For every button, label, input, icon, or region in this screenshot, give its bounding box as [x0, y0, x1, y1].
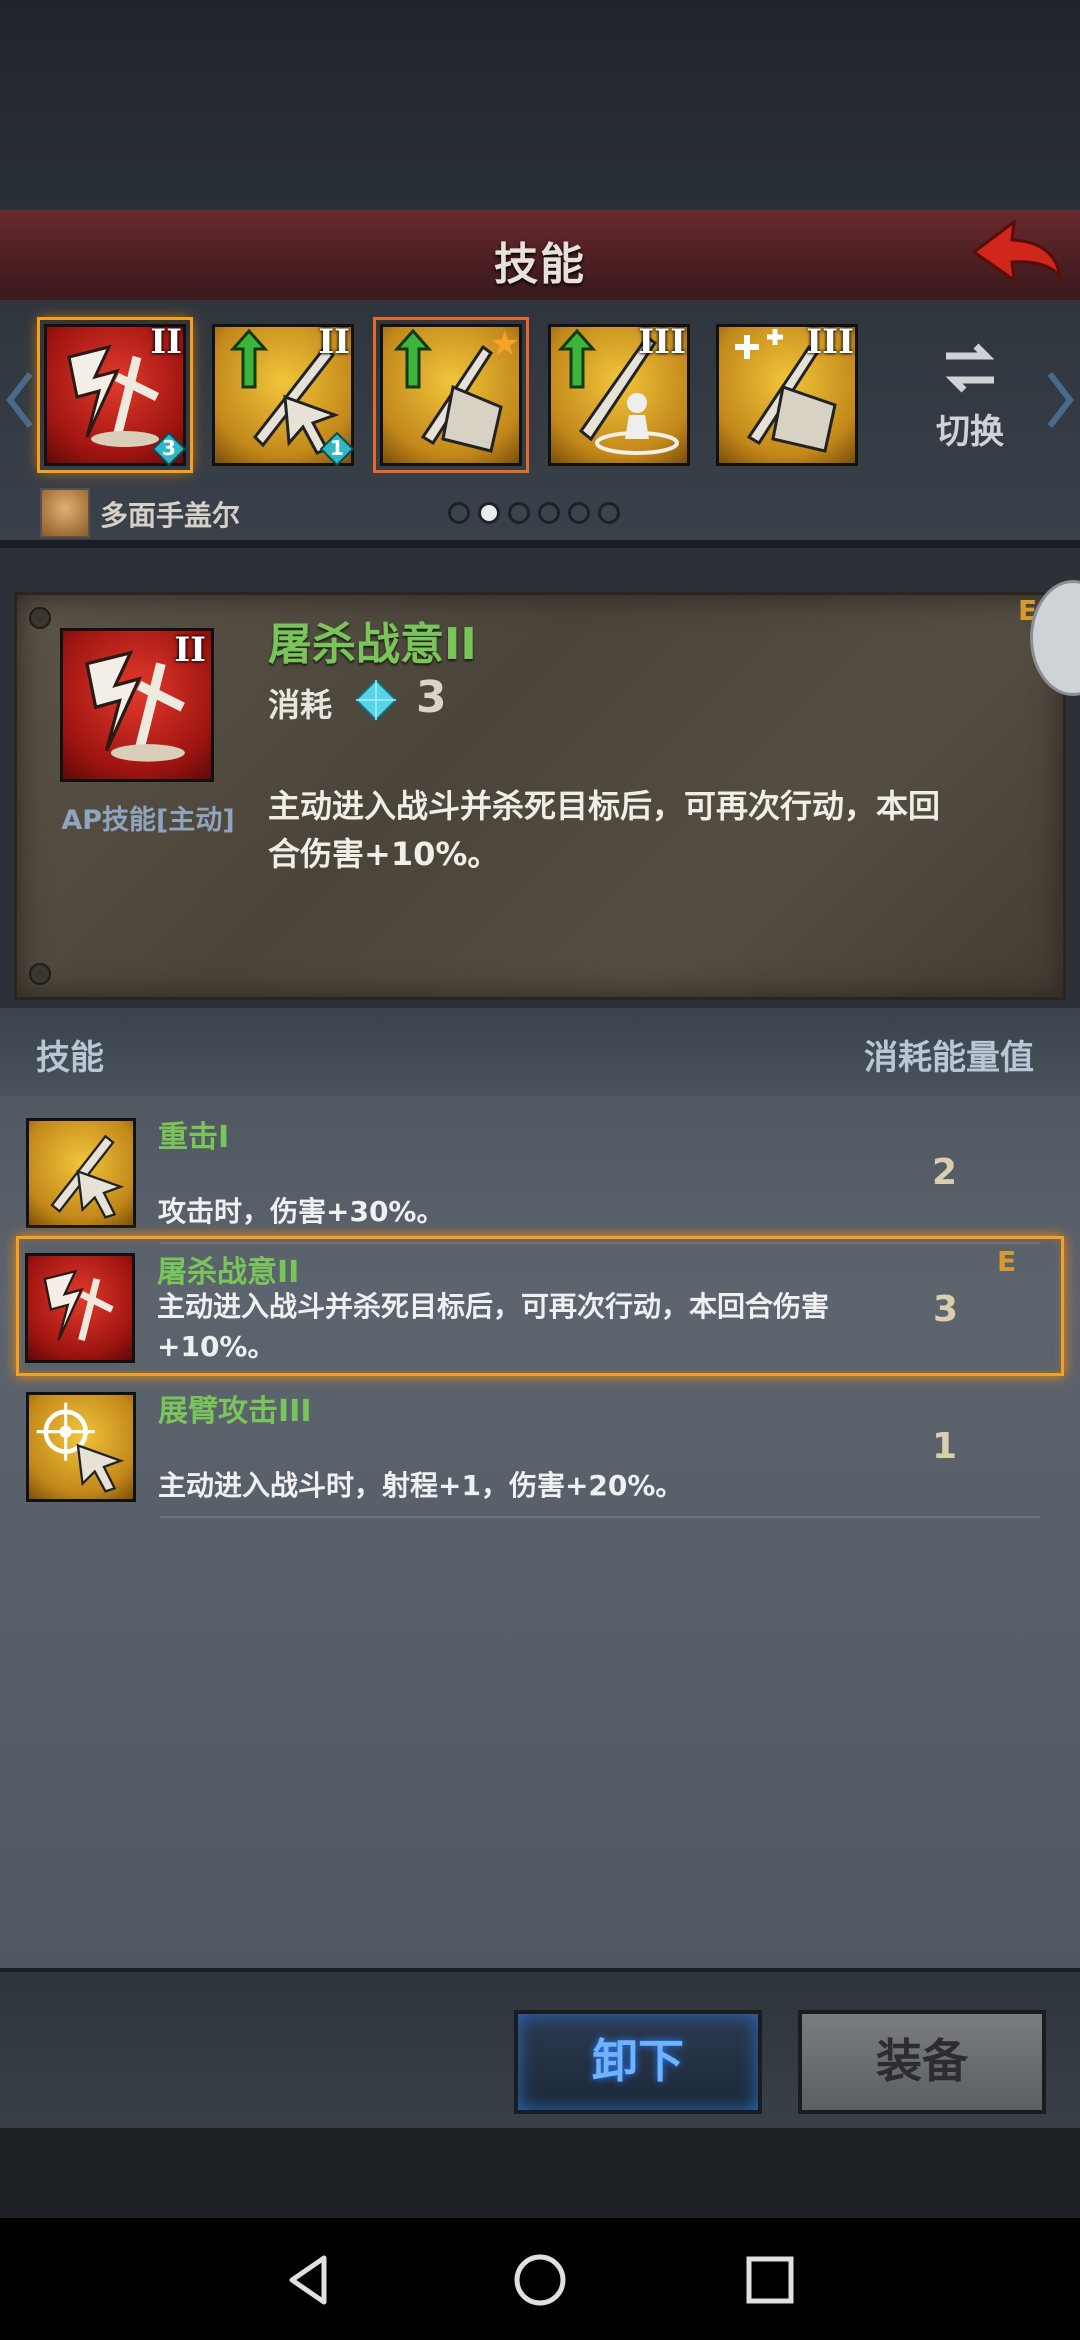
list-item[interactable]: 重击I 攻击时，伤害+30%。 2: [20, 1104, 1060, 1244]
skill-slot-5[interactable]: III: [712, 320, 862, 470]
switch-button[interactable]: 切换: [920, 340, 1020, 452]
list-header-skill: 技能: [36, 1038, 104, 1078]
equipped-mark: E: [997, 1245, 1017, 1278]
page-dot: [448, 502, 470, 524]
list-item-description: 攻击时，伤害+30%。: [158, 1195, 445, 1228]
skill-level: II: [174, 630, 206, 670]
list-item-cost: 1: [932, 1426, 958, 1467]
switch-label: 切换: [936, 412, 1004, 452]
list-item-cost: 3: [933, 1289, 959, 1330]
skill-level: III: [806, 322, 854, 362]
list-item[interactable]: 展臂攻击III 主动进入战斗时，射程+1，伤害+20%。 1: [20, 1378, 1060, 1518]
skill-strip: II 3 II 1 ★ III III 切换 多面手盖尔: [0, 300, 1080, 540]
back-arrow-icon[interactable]: [966, 214, 1066, 294]
character-avatar: [40, 488, 90, 538]
system-navigation-bar: [0, 2218, 1080, 2340]
unequip-button[interactable]: 卸下: [514, 2010, 762, 2114]
skill-slot-3[interactable]: ★: [373, 317, 529, 473]
nav-home-icon[interactable]: [510, 2250, 570, 2310]
skill-type-label: AP技能[主动]: [61, 805, 235, 836]
slaughter-skill-icon: [25, 1253, 135, 1363]
page-title: 技能: [494, 239, 586, 290]
detail-description: 主动进入战斗并杀死目标后，可再次行动，本回合伤害+10%。: [268, 787, 941, 873]
divider: [160, 1516, 1040, 1518]
title-bar: 技能: [0, 210, 1080, 304]
page-dot: [538, 502, 560, 524]
list-item-name: 重击I: [158, 1120, 230, 1155]
list-item-description: 主动进入战斗时，射程+1，伤害+20%。: [158, 1469, 684, 1502]
list-item-selected[interactable]: 屠杀战意II 主动进入战斗并杀死目标后，可再次行动，本回合伤害+10%。 3 E: [16, 1236, 1064, 1376]
bolt-icon: [29, 963, 51, 985]
list-item-cost: 2: [932, 1152, 958, 1193]
energy-gem-icon: [354, 678, 398, 722]
switch-arrows-icon: [945, 343, 995, 393]
detail-skill-name: 屠杀战意II: [268, 619, 477, 670]
skill-list: 技能 消耗能量值 重击I 攻击时，伤害+30%。 2 屠杀战意II 主动进入战斗…: [0, 1008, 1080, 1968]
scroll-left-icon[interactable]: [6, 370, 34, 430]
top-background: [0, 0, 1080, 210]
skill-slot-4[interactable]: III: [544, 320, 694, 470]
cost-label: 消耗: [268, 686, 333, 724]
page-dot: [568, 502, 590, 524]
heavy-strike-skill-icon: [26, 1118, 136, 1228]
bolt-icon: [29, 607, 51, 629]
gem-badge-icon: 3: [151, 431, 187, 467]
action-bar: 卸下 装备: [0, 1968, 1080, 2132]
page-dot-active: [478, 502, 500, 524]
star-icon: ★: [489, 324, 520, 364]
gem-badge-icon: 1: [319, 431, 355, 467]
skill-slot-2[interactable]: II 1: [208, 320, 358, 470]
scroll-right-icon[interactable]: [1046, 370, 1074, 430]
character-name: 多面手盖尔: [100, 499, 241, 532]
page-dot: [598, 502, 620, 524]
list-item-name: 屠杀战意II: [157, 1255, 300, 1290]
list-item-name: 展臂攻击III: [158, 1394, 312, 1429]
list-header-cost: 消耗能量值: [864, 1038, 1034, 1078]
target-strike-skill-icon: [26, 1392, 136, 1502]
skill-level: III: [638, 322, 686, 362]
skill-slot-1[interactable]: II 3: [37, 317, 193, 473]
detail-skill-icon: II: [60, 628, 214, 782]
bottom-spacer: [0, 2128, 1080, 2218]
skill-level: II: [150, 322, 182, 362]
equip-button[interactable]: 装备: [798, 2010, 1046, 2114]
nav-back-icon[interactable]: [280, 2250, 340, 2310]
list-header: 技能 消耗能量值: [0, 1008, 1080, 1096]
skill-level: II: [318, 322, 350, 362]
gem-badge-count: 1: [330, 436, 344, 460]
nav-recents-icon[interactable]: [740, 2250, 800, 2310]
gem-badge-count: 3: [162, 436, 176, 460]
list-item-description: 主动进入战斗并杀死目标后，可再次行动，本回合伤害+10%。: [157, 1290, 830, 1363]
page-dot: [508, 502, 530, 524]
cost-value: 3: [416, 672, 447, 723]
